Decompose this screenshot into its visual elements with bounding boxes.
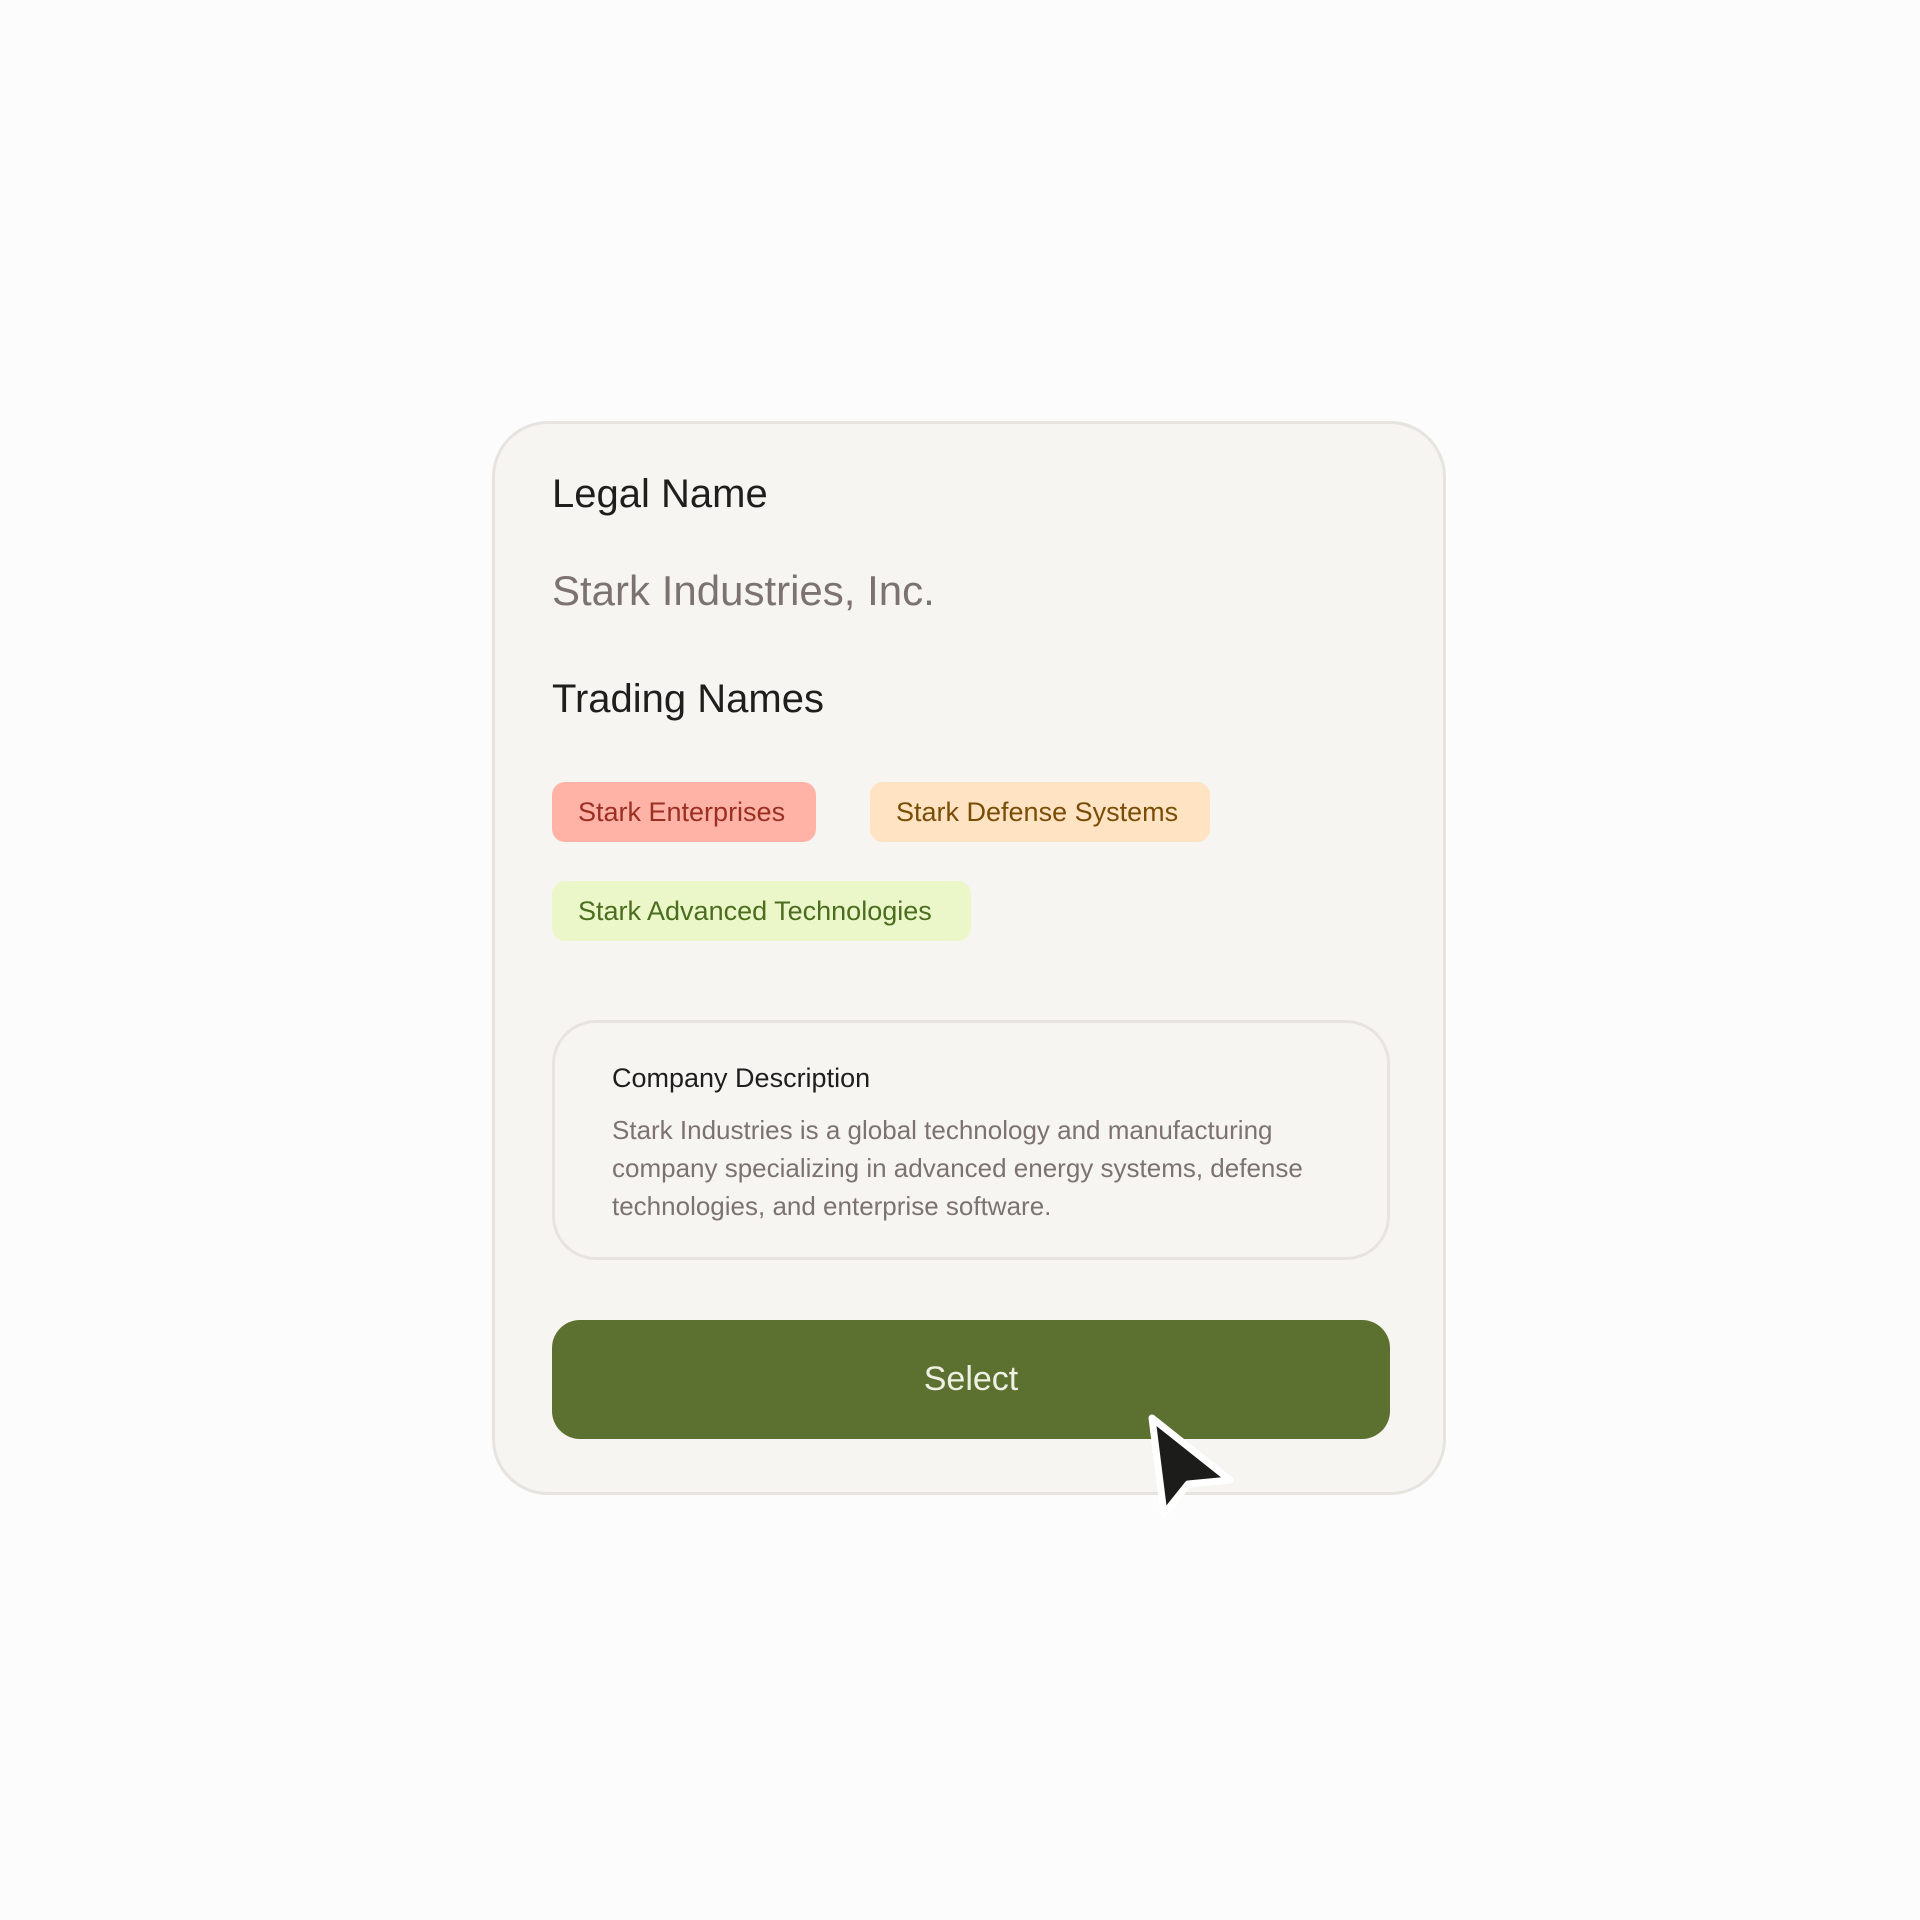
select-button[interactable]: Select bbox=[552, 1320, 1390, 1439]
trading-name-tag[interactable]: Stark Enterprises bbox=[552, 782, 816, 842]
trading-names-label: Trading Names bbox=[552, 677, 824, 721]
trading-name-tag[interactable]: Stark Defense Systems bbox=[870, 782, 1210, 842]
company-card: Legal Name Stark Industries, Inc. Tradin… bbox=[492, 421, 1446, 1495]
company-description-box: Company Description Stark Industries is … bbox=[552, 1020, 1390, 1260]
legal-name-label: Legal Name bbox=[552, 472, 768, 516]
legal-name-value: Stark Industries, Inc. bbox=[552, 567, 935, 614]
company-description-text: Stark Industries is a global technology … bbox=[612, 1115, 1303, 1221]
trading-name-tag[interactable]: Stark Advanced Technologies bbox=[552, 881, 971, 941]
mouse-pointer-icon bbox=[1148, 1414, 1234, 1518]
company-description-title: Company Description bbox=[612, 1063, 871, 1093]
